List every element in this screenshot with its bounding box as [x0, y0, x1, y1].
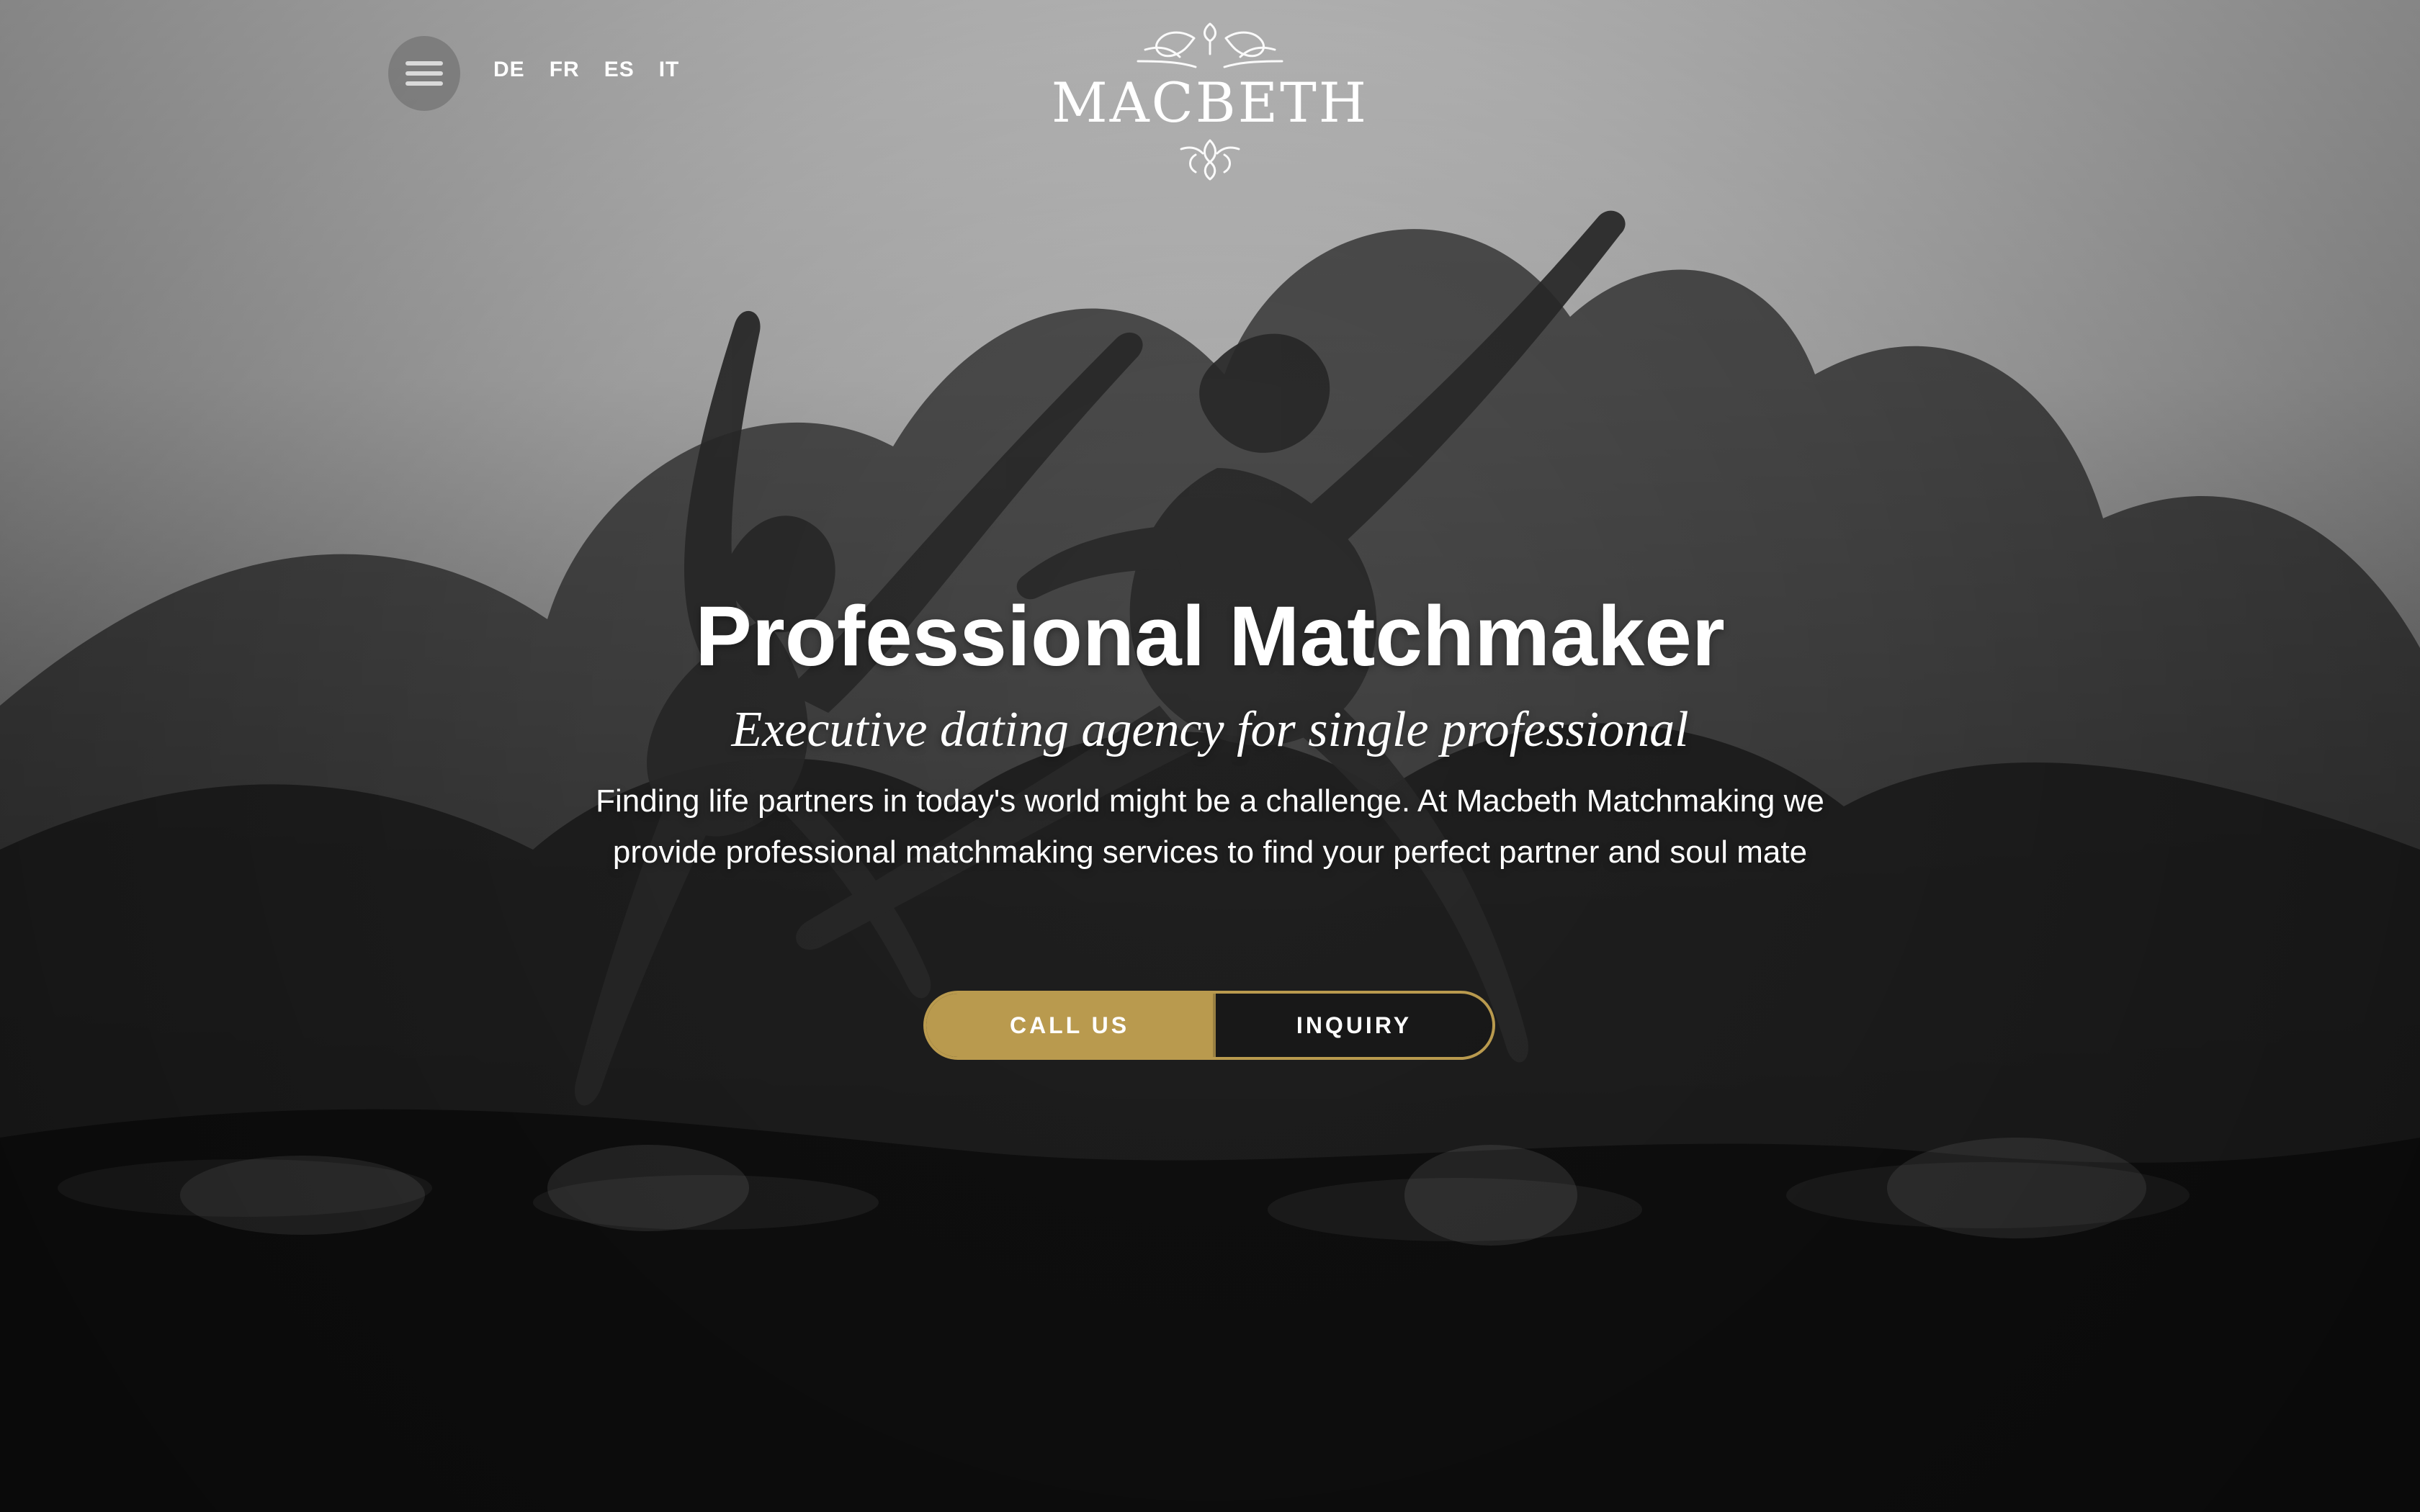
language-it-link[interactable]: IT — [659, 58, 680, 82]
cta-button-group: CALL US INQUIRY — [923, 991, 1495, 1060]
hamburger-line — [405, 71, 443, 76]
hero-description: Finding life partners in today's world m… — [596, 783, 1824, 870]
language-es-link[interactable]: ES — [604, 58, 635, 82]
hero-title: Professional Matchmaker — [695, 589, 1725, 684]
hero-section: DE FR ES IT MACBETH Professional Matchma… — [0, 0, 2420, 1512]
language-fr-link[interactable]: FR — [550, 58, 580, 82]
hero-subtitle: Executive dating agency for single profe… — [731, 701, 1689, 757]
language-switcher: DE FR ES IT — [493, 58, 679, 82]
language-de-link[interactable]: DE — [493, 58, 525, 82]
hamburger-icon — [405, 61, 443, 86]
logo-ornament-bottom-icon — [1180, 139, 1240, 181]
menu-button[interactable] — [388, 36, 460, 111]
logo-ornament-top-icon — [1137, 22, 1283, 68]
call-us-button[interactable]: CALL US — [926, 994, 1213, 1057]
inquiry-button[interactable]: INQUIRY — [1213, 994, 1492, 1057]
hamburger-line — [405, 81, 443, 86]
hero-content: Professional Matchmaker Executive dating… — [0, 590, 2420, 878]
logo-text: MACBETH — [1051, 71, 1369, 135]
hamburger-line — [405, 61, 443, 66]
brand-logo[interactable]: MACBETH — [1037, 7, 1383, 194]
